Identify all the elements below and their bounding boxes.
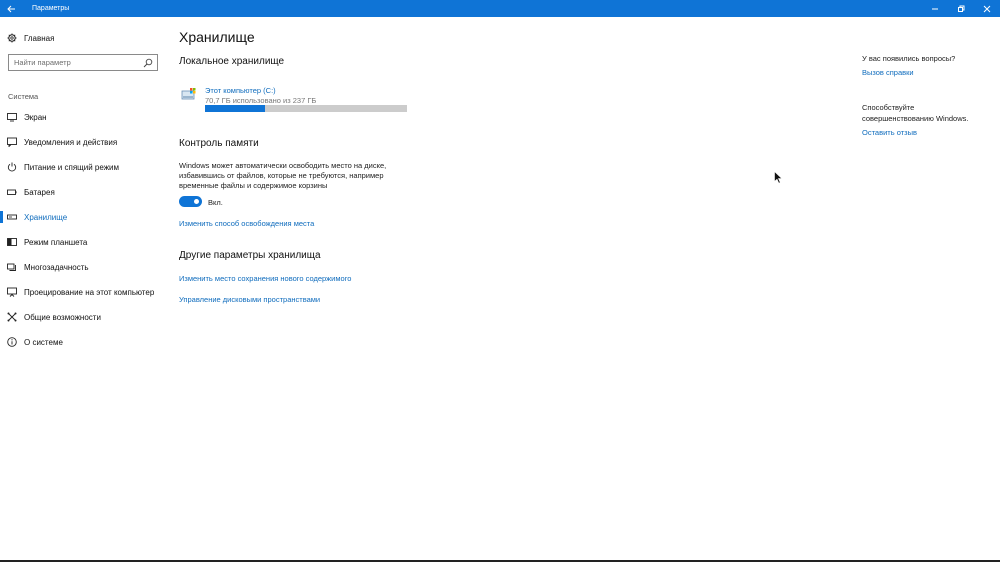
- mouse-cursor-icon: [774, 170, 783, 184]
- minimize-icon[interactable]: [922, 0, 948, 17]
- project-icon: [7, 287, 17, 297]
- toggle-knob: [194, 199, 199, 204]
- storage-sense-description: Windows может автоматически освободить м…: [179, 161, 387, 190]
- sidebar-item-notifications[interactable]: Уведомления и действия: [0, 132, 170, 152]
- title-bar: Параметры: [0, 0, 1000, 17]
- power-icon: [7, 162, 17, 172]
- sidebar-item-power[interactable]: Питание и спящий режим: [0, 157, 170, 177]
- other-storage-heading: Другие параметры хранилища: [179, 250, 321, 261]
- sidebar-item-label: Главная: [24, 33, 55, 43]
- search-icon[interactable]: [143, 58, 153, 68]
- close-icon[interactable]: [974, 0, 1000, 17]
- restore-icon[interactable]: [948, 0, 974, 17]
- sidebar-item-label: О системе: [24, 337, 63, 347]
- sidebar-item-projecting[interactable]: Проецирование на этот компьютер: [0, 282, 170, 302]
- sidebar-item-label: Питание и спящий режим: [24, 162, 120, 172]
- sidebar-item-label: Многозадачность: [24, 262, 89, 272]
- drive-usage-text: 70,7 ГБ использовано из 237 ГБ: [205, 96, 317, 105]
- change-save-location-link[interactable]: Изменить место сохранения нового содержи…: [179, 274, 351, 283]
- sidebar-item-label: Режим планшета: [24, 237, 88, 247]
- battery-icon: [7, 187, 17, 197]
- sidebar-item-label: Проецирование на этот компьютер: [24, 287, 155, 297]
- page-title: Хранилище: [179, 29, 255, 45]
- sidebar-item-label: Экран: [24, 112, 47, 122]
- get-help-link[interactable]: Вызов справки: [862, 68, 914, 77]
- sidebar-item-battery[interactable]: Батарея: [0, 182, 170, 202]
- drive-usage-bar-fill: [205, 105, 266, 112]
- sidebar-item-shared-experiences[interactable]: Общие возможности: [0, 307, 170, 327]
- drive-usage-bar: [205, 105, 407, 112]
- window-title: Параметры: [32, 5, 70, 12]
- improve-windows-text-2: совершенствованию Windows.: [862, 114, 969, 123]
- local-storage-heading: Локальное хранилище: [179, 56, 285, 67]
- storage-sense-toggle-label: Вкл.: [208, 198, 223, 207]
- drive-name-link[interactable]: Этот компьютер (C:): [205, 86, 276, 95]
- sidebar-item-label: Батарея: [24, 187, 55, 197]
- manage-storage-spaces-link[interactable]: Управление дисковыми пространствами: [179, 295, 320, 304]
- sidebar-section-label: Система: [8, 92, 39, 101]
- change-free-space-link[interactable]: Изменить способ освобождения места: [179, 219, 314, 228]
- shared-icon: [7, 312, 17, 322]
- sidebar-item-label: Общие возможности: [24, 312, 101, 322]
- tablet-icon: [7, 237, 17, 247]
- sidebar-item-about[interactable]: О системе: [0, 332, 170, 352]
- questions-text: У вас появились вопросы?: [862, 54, 956, 63]
- gear-icon: [7, 33, 17, 43]
- back-arrow-icon[interactable]: [0, 0, 22, 17]
- info-icon: [7, 337, 17, 347]
- sidebar-item-label: Уведомления и действия: [24, 137, 118, 147]
- sidebar-item-tablet-mode[interactable]: Режим планшета: [0, 232, 170, 252]
- monitor-icon: [7, 112, 17, 122]
- storage-sense-toggle[interactable]: [179, 196, 202, 207]
- sidebar-item-multitasking[interactable]: Многозадачность: [0, 257, 170, 277]
- sidebar-item-label: Хранилище: [24, 212, 68, 222]
- search-input[interactable]: Найти параметр: [8, 54, 158, 71]
- sidebar-item-display[interactable]: Экран: [0, 107, 170, 127]
- improve-windows-text-1: Способствуйте: [862, 103, 915, 112]
- give-feedback-link[interactable]: Оставить отзыв: [862, 128, 917, 137]
- sidebar-item-storage[interactable]: Хранилище: [0, 207, 170, 227]
- search-placeholder: Найти параметр: [14, 58, 71, 67]
- storage-sense-heading: Контроль памяти: [179, 138, 259, 149]
- multitask-icon: [7, 262, 17, 272]
- notification-icon: [7, 137, 17, 147]
- storage-icon: [7, 212, 17, 222]
- sidebar-item-home[interactable]: Главная: [0, 28, 170, 48]
- drive-icon[interactable]: [181, 87, 198, 102]
